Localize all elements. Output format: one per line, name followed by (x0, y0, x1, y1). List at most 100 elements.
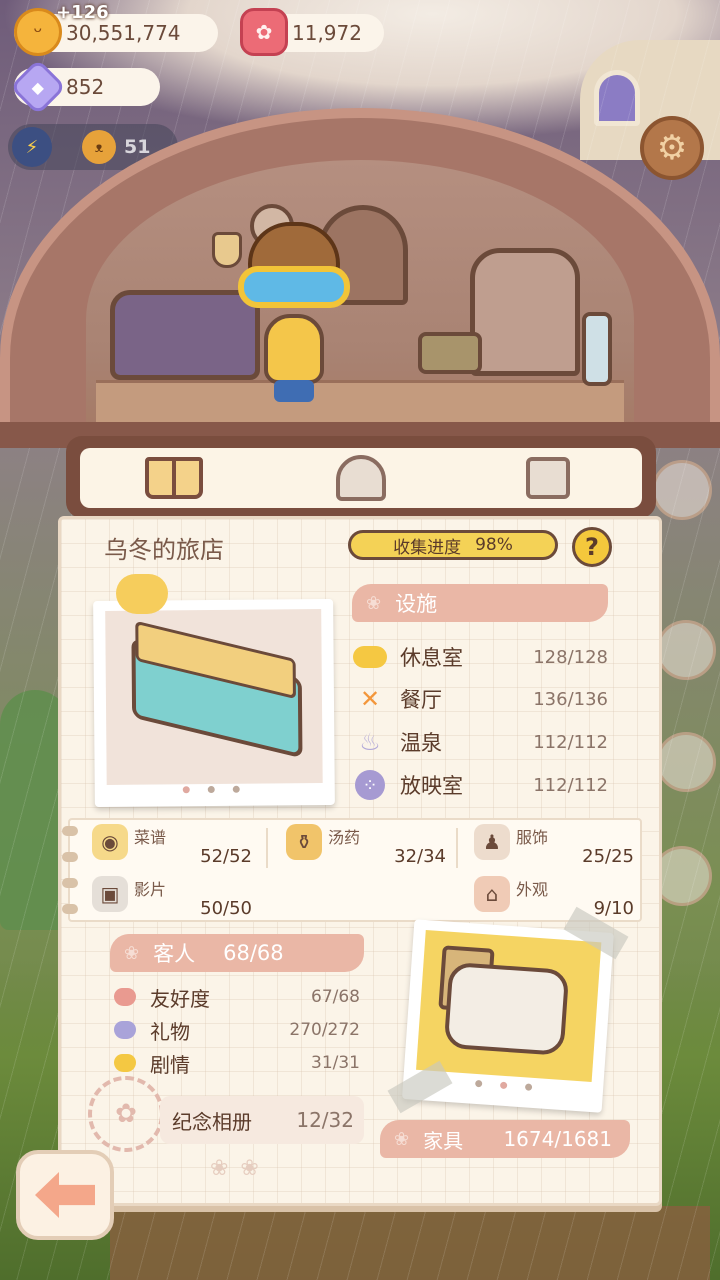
guest-stat-label: 友好度 (150, 986, 210, 1011)
pager-dot (207, 785, 215, 794)
guest-stat-value: 270/272 (289, 1020, 360, 1040)
facilities-banner-label: 设施 (395, 592, 438, 616)
facility-row[interactable]: 休息室 128/128 (352, 640, 608, 674)
heart-sticker (116, 574, 168, 614)
guest-stat-row: 礼物 270/272 (114, 1015, 360, 1045)
paw-icon: ❀ (366, 592, 382, 614)
collections-strip: ◉ 菜谱 52/52 ⚱ 汤药 32/34 ♟ 服饰 25/25 ▣ 影片 50… (68, 818, 642, 922)
collection-label: 外观 (516, 880, 549, 899)
back-button[interactable] (16, 1150, 114, 1240)
pager-dot (182, 786, 190, 794)
potion-icon: ⚱ (286, 824, 322, 860)
cow-print-bed (443, 961, 570, 1056)
film-reel-icon (352, 770, 388, 800)
side-bubble[interactable] (656, 620, 716, 680)
fork-knife-icon: ✕ (359, 685, 381, 713)
facility-photo[interactable] (93, 598, 335, 808)
side-bubble[interactable] (656, 732, 716, 792)
guest-stat-row: 友好度 67/68 (114, 982, 360, 1012)
collection-value: 9/10 (593, 898, 634, 919)
treasure-chest (418, 332, 482, 374)
facility-value: 128/128 (533, 646, 608, 668)
coin-counter[interactable]: 30,551,774 (14, 8, 218, 56)
guest-stat-row: 剧情 31/31 (114, 1048, 360, 1078)
recipe-icon: ◉ (92, 824, 128, 860)
player-character[interactable] (230, 222, 356, 404)
heart-icon (114, 988, 136, 1006)
furniture-value: 1674/1681 (503, 1127, 612, 1151)
storm-cloud-icon: ⚡ (12, 127, 52, 167)
side-bubble[interactable] (652, 460, 712, 520)
background-window (594, 70, 640, 126)
exterior-icon: ⌂ (474, 876, 510, 912)
notebook-ring (62, 878, 78, 888)
hot-spring-icon: ♨ (359, 728, 381, 756)
coin-amount: 30,551,774 (66, 21, 181, 45)
help-button[interactable]: ? (572, 527, 612, 567)
crystal-counter[interactable]: 852 (9, 58, 160, 116)
collection-cell[interactable]: ▣ 影片 50/50 (72, 872, 260, 922)
pager-dot (474, 1079, 483, 1088)
collection-cell[interactable]: ♟ 服饰 25/25 (454, 820, 642, 870)
memorial-album-button[interactable]: 纪念相册 12/32 (160, 1096, 364, 1144)
furniture-photo-image (416, 930, 602, 1082)
guest-stat-value: 31/31 (311, 1053, 360, 1073)
tab-hotel[interactable] (267, 448, 454, 508)
panel-title: 乌冬的旅店 (104, 536, 224, 564)
facility-photo-image (105, 609, 323, 785)
story-heart-icon (114, 1054, 136, 1072)
pager-dot (232, 785, 240, 793)
tab-book[interactable] (80, 448, 267, 508)
crystal-amount: 852 (66, 75, 105, 99)
mirror (582, 312, 612, 386)
stamp-icon: ✿ (88, 1076, 164, 1152)
outfit-icon: ♟ (474, 824, 510, 860)
hotel-icon (335, 455, 386, 501)
bottom-strip (110, 1206, 710, 1280)
album-label: 纪念相册 (172, 1109, 252, 1134)
collection-value: 32/34 (394, 846, 446, 867)
notebook-ring (62, 852, 78, 862)
book-icon (144, 457, 203, 499)
guest-stat-value: 67/68 (311, 987, 360, 1007)
collection-cell[interactable]: ◉ 菜谱 52/52 (72, 820, 260, 870)
wardrobe (470, 248, 580, 376)
coin-gain-badge: +126 (56, 2, 109, 23)
guests-banner[interactable]: ❀ 客人 68/68 (110, 934, 364, 972)
gift-heart-icon (114, 1021, 136, 1039)
cloud-icon (352, 642, 388, 672)
facility-value: 112/112 (533, 731, 608, 753)
arrow-left-icon (35, 1172, 95, 1218)
gem-counter[interactable]: 11,972 (240, 8, 384, 56)
guests-banner-value: 68/68 (223, 941, 284, 965)
facility-row[interactable]: ♨ 温泉 112/112 (352, 725, 608, 759)
coin-icon (14, 8, 62, 56)
photo-pager (474, 1079, 533, 1091)
guest-stat-label: 礼物 (150, 1019, 190, 1044)
photo-pager (182, 785, 240, 794)
room-floor (96, 380, 624, 424)
collection-cell[interactable]: ⌂ 外观 9/10 (454, 872, 642, 922)
tab-outfit[interactable] (455, 448, 642, 508)
collection-progress: 收集进度 98% (348, 530, 558, 560)
collection-value: 25/25 (582, 846, 634, 867)
facility-row[interactable]: 放映室 112/112 (352, 768, 608, 802)
weather-count: 51 (124, 136, 151, 158)
facility-row[interactable]: ✕ 餐厅 136/136 (352, 682, 608, 716)
collection-label: 服饰 (516, 828, 549, 847)
paw-prints-decoration: ❀❀ (210, 1156, 271, 1181)
collection-value: 50/50 (200, 898, 252, 919)
notebook-ring (62, 826, 78, 836)
tab-bar (80, 448, 642, 508)
shirt-icon (526, 457, 571, 499)
collection-value: 52/52 (200, 846, 252, 867)
facility-label: 餐厅 (400, 688, 442, 712)
settings-gear-button[interactable]: ⚙ (640, 116, 704, 180)
collection-label: 影片 (134, 880, 167, 899)
character-legs (274, 380, 314, 402)
pager-dot (524, 1083, 533, 1091)
facilities-banner: ❀ 设施 (352, 584, 608, 622)
collection-cell[interactable]: ⚱ 汤药 32/34 (266, 820, 454, 870)
furniture-banner[interactable]: ❀ 家具 1674/1681 (380, 1120, 630, 1158)
guests-banner-label: 客人 (153, 942, 196, 966)
